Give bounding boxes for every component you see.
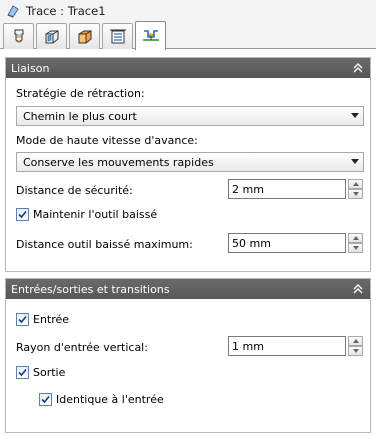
arrow-up-icon	[353, 182, 359, 186]
entry-label: Entrée	[33, 313, 70, 326]
arrow-down-icon	[353, 192, 359, 196]
keep-tool-down-checkbox[interactable]	[16, 208, 29, 221]
group-linking: Liaison Stratégie de rétraction: Chemin …	[5, 57, 371, 272]
same-as-entry-checkbox[interactable]	[39, 393, 52, 406]
tab-heights[interactable]	[102, 23, 133, 49]
retract-strategy-value: Chemin le plus court	[23, 109, 137, 123]
entry-row[interactable]: Entrée	[16, 313, 69, 326]
vertical-radius-spin-buttons	[348, 336, 363, 356]
rapid-mode-dropdown[interactable]: Conserve les mouvements rapides	[16, 152, 364, 172]
spin-down-button[interactable]	[348, 189, 363, 199]
collapse-up-icon[interactable]	[352, 283, 364, 295]
keep-tool-down-row[interactable]: Maintenir l'outil baissé	[16, 208, 157, 221]
dialog-content: Liaison Stratégie de rétraction: Chemin …	[0, 49, 376, 442]
tab-strip	[0, 20, 376, 50]
safe-distance-spinner: 2 mm	[228, 179, 364, 199]
chevron-down-icon	[351, 159, 359, 164]
spin-up-button[interactable]	[348, 233, 363, 243]
same-as-entry-row[interactable]: Identique à l'entrée	[39, 393, 164, 406]
window-titlebar: Trace : Trace1	[0, 0, 376, 22]
checkmark-icon	[41, 395, 50, 404]
safe-distance-input[interactable]: 2 mm	[228, 179, 346, 199]
retract-strategy-dropdown[interactable]: Chemin le plus court	[16, 106, 364, 126]
exit-row[interactable]: Sortie	[16, 366, 65, 379]
safe-distance-label: Distance de sécurité:	[16, 184, 133, 197]
group-leads: Entrées/sorties et transitions Entrée Ra…	[5, 278, 371, 433]
tab-tool[interactable]	[3, 23, 34, 49]
entry-checkbox[interactable]	[16, 313, 29, 326]
vertical-radius-input[interactable]: 1 mm	[228, 336, 346, 356]
group-leads-header[interactable]: Entrées/sorties et transitions	[6, 279, 370, 299]
arrow-down-icon	[353, 349, 359, 353]
retract-strategy-label: Stratégie de rétraction:	[16, 87, 145, 100]
vertical-radius-label: Rayon d'entrée vertical:	[16, 341, 148, 354]
linking-icon	[142, 30, 159, 41]
tool-icon	[14, 29, 23, 42]
arrow-down-icon	[353, 246, 359, 250]
trace-icon	[7, 5, 19, 18]
exit-checkbox[interactable]	[16, 366, 29, 379]
cube-outline-icon	[45, 30, 58, 43]
max-stay-down-spinner: 50 mm	[228, 233, 364, 253]
chevron-down-icon	[351, 113, 359, 118]
spin-down-button[interactable]	[348, 243, 363, 253]
arrow-up-icon	[353, 236, 359, 240]
checkmark-icon	[18, 210, 27, 219]
group-linking-header[interactable]: Liaison	[6, 58, 370, 78]
max-stay-down-label: Distance outil baissé maximum:	[16, 238, 193, 251]
checkmark-icon	[18, 315, 27, 324]
vertical-radius-spinner: 1 mm	[228, 336, 364, 356]
heights-icon	[109, 29, 126, 43]
exit-label: Sortie	[33, 366, 66, 379]
spin-up-button[interactable]	[348, 336, 363, 346]
rapid-mode-value: Conserve les mouvements rapides	[23, 155, 214, 169]
tab-geometry[interactable]	[36, 23, 67, 49]
checkmark-icon	[18, 368, 27, 377]
window-title: Trace : Trace1	[26, 4, 106, 18]
stock-cube-icon	[78, 30, 91, 43]
keep-tool-down-label: Maintenir l'outil baissé	[33, 208, 158, 221]
group-leads-title: Entrées/sorties et transitions	[11, 282, 170, 296]
same-as-entry-label: Identique à l'entrée	[56, 393, 164, 406]
spin-down-button[interactable]	[348, 346, 363, 356]
tab-stock[interactable]	[69, 23, 100, 49]
tab-linking[interactable]	[135, 21, 166, 50]
group-linking-title: Liaison	[11, 61, 50, 75]
spin-up-button[interactable]	[348, 179, 363, 189]
max-stay-down-input[interactable]: 50 mm	[228, 233, 346, 253]
arrow-up-icon	[353, 339, 359, 343]
collapse-up-icon[interactable]	[352, 62, 364, 74]
rapid-mode-label: Mode de haute vitesse d'avance:	[16, 134, 198, 147]
max-stay-down-spin-buttons	[348, 233, 363, 253]
safe-distance-spin-buttons	[348, 179, 363, 199]
